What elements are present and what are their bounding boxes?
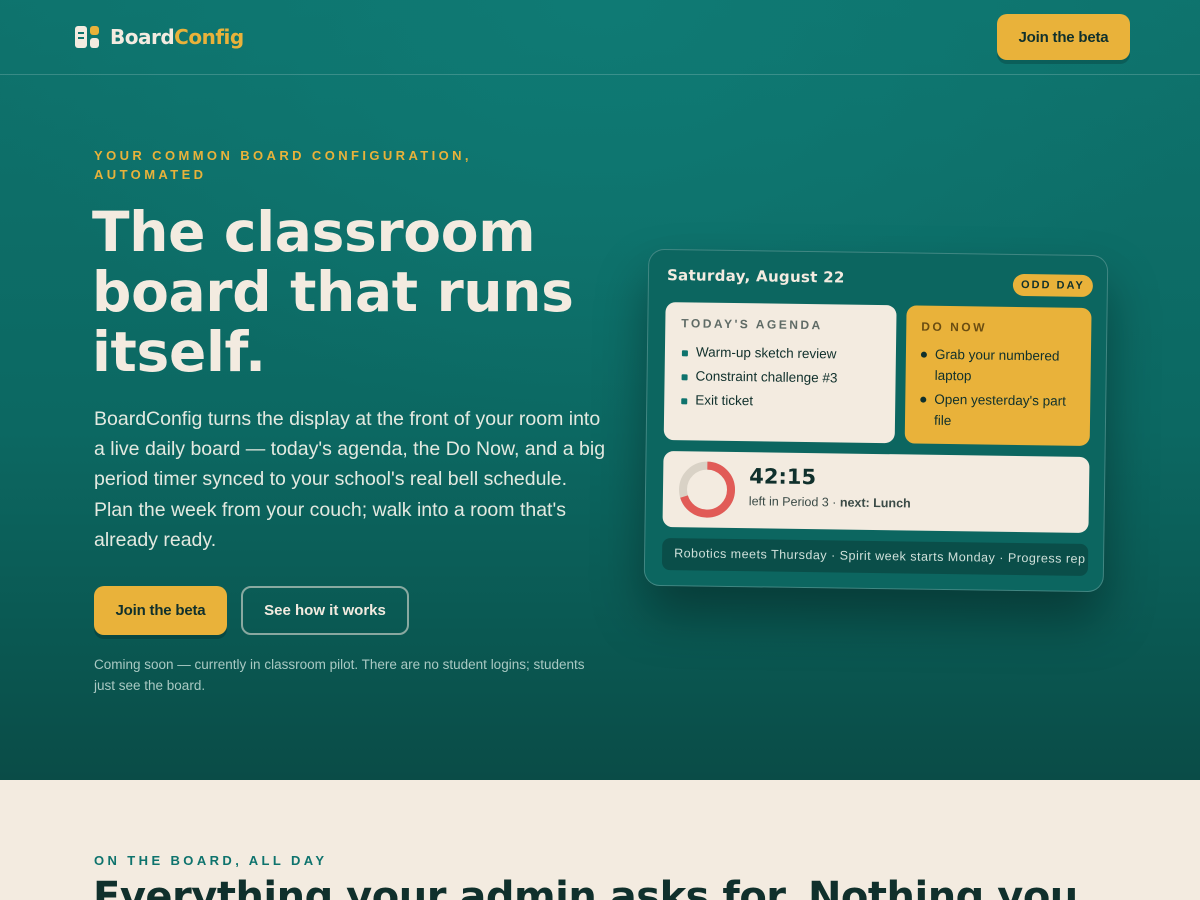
pilot-note: Coming soon — currently in classroom pil…	[94, 657, 585, 693]
nav-join-beta-button[interactable]: Join the beta	[997, 14, 1130, 60]
hero-lead: BoardConfig turns the display at the fro…	[94, 408, 606, 551]
timer-period-text: left in Period 3 ·	[748, 494, 837, 510]
agenda-item: Exit ticket	[680, 388, 895, 415]
agenda-label: TODAY'S AGENDA	[681, 316, 823, 333]
logo[interactable]: BoardConfig	[74, 24, 244, 50]
do-now-item: Grab your numbered laptop	[920, 344, 1081, 388]
section-eyebrow: ON THE BOARD, ALL DAY	[94, 853, 328, 868]
hero-headline: The classroom board that runs itself.	[92, 200, 574, 384]
announcement-ticker: Robotics meets Thursday · Spirit week st…	[661, 538, 1089, 576]
board-icon	[74, 25, 100, 49]
section-title: Everything your admin asks for. Nothing …	[93, 874, 1078, 900]
board-date: Saturday, August 22	[666, 266, 845, 287]
agenda-item: Constraint challenge #3	[680, 364, 895, 391]
timer-subtext: left in Period 3 · next: Lunch	[749, 494, 911, 510]
hero-eyebrow: YOUR COMMON BOARD CONFIGURATION, AUTOMAT…	[94, 148, 472, 182]
do-now-card: DO NOW Grab your numbered laptop Open ye…	[904, 305, 1092, 446]
board-preview: Saturday, August 22 ODD DAY TODAY'S AGEN…	[643, 248, 1109, 593]
logo-text-part1: Board	[110, 25, 175, 49]
do-now-label: DO NOW	[921, 319, 988, 335]
timer-next-text: next: Lunch	[839, 495, 911, 511]
logo-text-part2: Config	[174, 25, 244, 49]
logo-text: BoardConfig	[110, 25, 244, 49]
do-now-list: Grab your numbered laptop Open yesterday…	[920, 344, 1091, 433]
agenda-list: Warm-up sketch review Constraint challen…	[680, 340, 896, 415]
see-how-it-works-button[interactable]: See how it works	[241, 586, 409, 635]
top-nav: BoardConfig Join the beta	[0, 0, 1200, 75]
timer-progress-ring	[679, 461, 736, 518]
timer-value: 42:15	[749, 464, 817, 490]
period-timer-card: 42:15 left in Period 3 · next: Lunch	[662, 451, 1090, 533]
ticker-text: Robotics meets Thursday · Spirit week st…	[674, 546, 1086, 566]
agenda-item: Warm-up sketch review	[681, 340, 896, 367]
do-now-item: Open yesterday's part file	[920, 389, 1081, 433]
day-badge: ODD DAY	[1012, 273, 1094, 298]
hero-section: BoardConfig Join the beta YOUR COMMON BO…	[0, 0, 1200, 780]
agenda-card: TODAY'S AGENDA Warm-up sketch review Con…	[663, 302, 897, 444]
join-beta-button[interactable]: Join the beta	[94, 586, 227, 635]
